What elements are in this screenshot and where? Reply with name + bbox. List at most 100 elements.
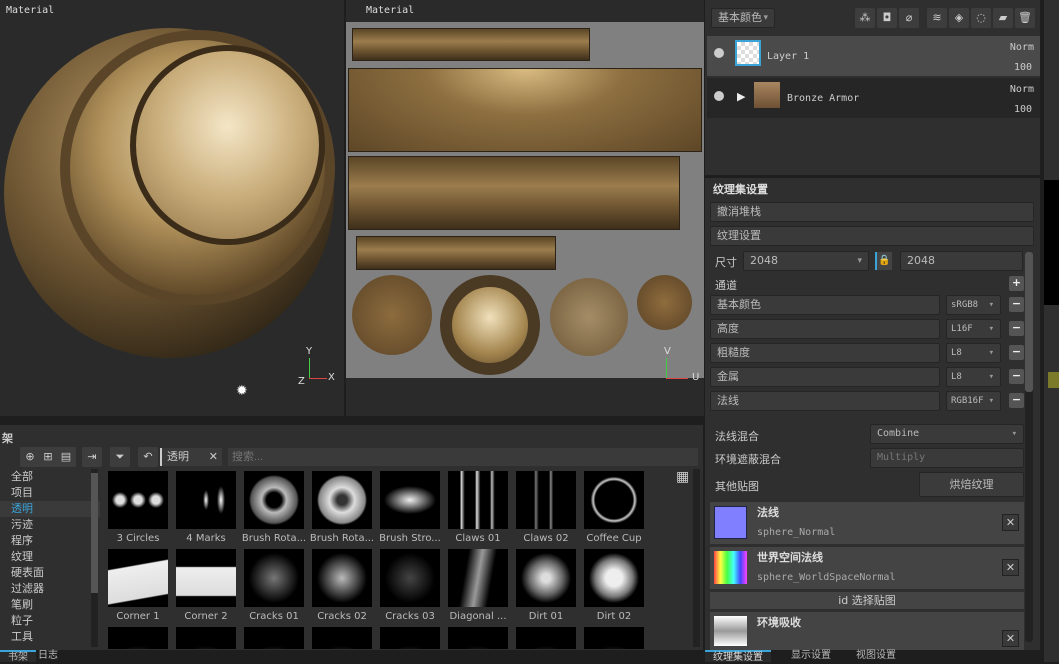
- resource-thumbnail[interactable]: [584, 627, 644, 649]
- category-item[interactable]: 污迹: [0, 517, 100, 533]
- add-channel-button[interactable]: +: [1009, 276, 1024, 291]
- resource-thumbnail[interactable]: [176, 471, 236, 529]
- tab-log[interactable]: 日志: [30, 650, 66, 662]
- resource-thumbnail[interactable]: [244, 549, 304, 607]
- resource-thumbnail[interactable]: [244, 627, 304, 649]
- search-input[interactable]: [228, 448, 698, 466]
- clear-filter-icon[interactable]: ✕: [209, 448, 218, 466]
- visibility-icon[interactable]: [714, 48, 724, 58]
- channel-name[interactable]: 高度: [710, 319, 940, 339]
- tab-display-settings[interactable]: 显示设置: [783, 650, 839, 662]
- folder-expand-icon[interactable]: ▶: [737, 90, 745, 103]
- category-item[interactable]: 笔刷: [0, 597, 100, 613]
- remove-channel-button[interactable]: −: [1009, 297, 1024, 312]
- scrollbar[interactable]: [1025, 252, 1033, 642]
- category-item[interactable]: 全部: [0, 469, 100, 485]
- category-item[interactable]: 过滤器: [0, 581, 100, 597]
- filter-tag[interactable]: 透明 ✕: [160, 448, 222, 466]
- undo-stack-button[interactable]: 撤消堆栈: [710, 202, 1034, 222]
- layer-name[interactable]: Bronze Armor: [787, 93, 859, 104]
- resource-thumbnail[interactable]: [584, 471, 644, 529]
- resource-thumbnail[interactable]: [312, 549, 372, 607]
- filter-icon[interactable]: ⏷: [110, 447, 130, 467]
- layer-opacity[interactable]: 100: [1014, 104, 1032, 115]
- viewport-2d[interactable]: Material V U: [346, 0, 704, 416]
- category-item[interactable]: 硬表面: [0, 565, 100, 581]
- resource-thumbnail[interactable]: [176, 627, 236, 649]
- layer-blend[interactable]: Norm: [1010, 84, 1034, 95]
- new-icon[interactable]: ⊕: [20, 447, 40, 467]
- id-select-map[interactable]: id 选择贴图: [710, 592, 1024, 609]
- map-row-ao[interactable]: 环境吸收 ✕: [710, 612, 1024, 650]
- resource-thumbnail[interactable]: [516, 471, 576, 529]
- ao-mix-field[interactable]: Multiply: [870, 448, 1024, 468]
- resource-thumbnail[interactable]: [108, 471, 168, 529]
- remove-map-icon[interactable]: ✕: [1002, 559, 1019, 576]
- resource-thumbnail[interactable]: [380, 627, 440, 649]
- remove-channel-button[interactable]: −: [1009, 369, 1024, 384]
- tab-texture-set-settings[interactable]: 纹理集设置: [705, 650, 771, 663]
- resource-thumbnail[interactable]: [448, 471, 508, 529]
- resource-thumbnail[interactable]: [584, 549, 644, 607]
- resource-thumbnail[interactable]: [448, 549, 508, 607]
- remove-map-icon[interactable]: ✕: [1002, 630, 1019, 647]
- lock-icon[interactable]: 🔒: [875, 252, 892, 270]
- channel-name[interactable]: 金属: [710, 367, 940, 387]
- resource-thumbnail[interactable]: [516, 549, 576, 607]
- light-icon[interactable]: ✹: [236, 383, 248, 399]
- resource-thumbnail[interactable]: [312, 471, 372, 529]
- category-item[interactable]: 透明: [0, 501, 100, 517]
- category-item[interactable]: 纹理: [0, 549, 100, 565]
- resource-thumbnail[interactable]: [448, 627, 508, 649]
- resource-thumbnail[interactable]: [312, 627, 372, 649]
- channel-select[interactable]: 基本颜色: [711, 8, 775, 28]
- grid-scrollbar[interactable]: [693, 469, 700, 647]
- channel-name[interactable]: 法线: [710, 391, 940, 411]
- toggle-button[interactable]: [1048, 372, 1059, 388]
- resource-thumbnail[interactable]: [244, 471, 304, 529]
- category-item[interactable]: 程序: [0, 533, 100, 549]
- category-item[interactable]: 工具: [0, 629, 100, 645]
- size-select[interactable]: 2048: [743, 251, 869, 271]
- resource-thumbnail[interactable]: [380, 549, 440, 607]
- add-effect-icon[interactable]: ⁂: [855, 8, 875, 28]
- resource-thumbnail[interactable]: [108, 549, 168, 607]
- add-folder-icon[interactable]: ▰: [993, 8, 1013, 28]
- channel-format-select[interactable]: L8: [946, 343, 1001, 363]
- bake-textures-button[interactable]: 烘焙纹理: [919, 472, 1024, 497]
- map-row-normal[interactable]: 法线 sphere_Normal ✕: [710, 502, 1024, 544]
- normal-mix-select[interactable]: Combine: [870, 424, 1024, 444]
- category-item[interactable]: 粒子: [0, 613, 100, 629]
- resource-thumbnail[interactable]: [108, 627, 168, 649]
- category-scrollbar[interactable]: [91, 469, 98, 647]
- layer-row[interactable]: Layer 1 Norm 100: [707, 36, 1040, 76]
- channel-name[interactable]: 粗糙度: [710, 343, 940, 363]
- category-item[interactable]: 项目: [0, 485, 100, 501]
- resource-thumbnail[interactable]: [176, 549, 236, 607]
- export-icon[interactable]: ⇥: [82, 447, 102, 467]
- visibility-icon[interactable]: [714, 91, 724, 101]
- resource-thumbnail[interactable]: [380, 471, 440, 529]
- map-row-worldspace-normal[interactable]: 世界空间法线 sphere_WorldSpaceNormal ✕: [710, 547, 1024, 589]
- tab-viewer-settings[interactable]: 视图设置: [848, 650, 904, 662]
- channel-format-select[interactable]: sRGB8: [946, 295, 1001, 315]
- channel-format-select[interactable]: L8: [946, 367, 1001, 387]
- delete-icon[interactable]: 🗑: [1015, 8, 1035, 28]
- add-fill-layer-icon[interactable]: ◈: [949, 8, 969, 28]
- add-mask-icon[interactable]: ◘: [877, 8, 897, 28]
- remove-channel-button[interactable]: −: [1009, 345, 1024, 360]
- add-layer-icon[interactable]: ≋: [927, 8, 947, 28]
- texture-settings-button[interactable]: 纹理设置: [710, 226, 1034, 246]
- add-smart-mask-icon[interactable]: ◌: [971, 8, 991, 28]
- layer-opacity[interactable]: 100: [1014, 62, 1032, 73]
- add-tab-icon[interactable]: ⊞: [38, 447, 58, 467]
- layer-name[interactable]: Layer 1: [767, 51, 809, 62]
- remove-channel-button[interactable]: −: [1009, 321, 1024, 336]
- layer-row[interactable]: ▶ Bronze Armor Norm 100: [707, 78, 1040, 118]
- viewport-3d[interactable]: Material ✹ Y X Z: [0, 0, 344, 416]
- remove-map-icon[interactable]: ✕: [1002, 514, 1019, 531]
- channel-format-select[interactable]: RGB16F: [946, 391, 1001, 411]
- clear-mask-icon[interactable]: ⌀: [899, 8, 919, 28]
- layer-blend[interactable]: Norm: [1010, 42, 1034, 53]
- size-field-2[interactable]: 2048: [900, 251, 1023, 271]
